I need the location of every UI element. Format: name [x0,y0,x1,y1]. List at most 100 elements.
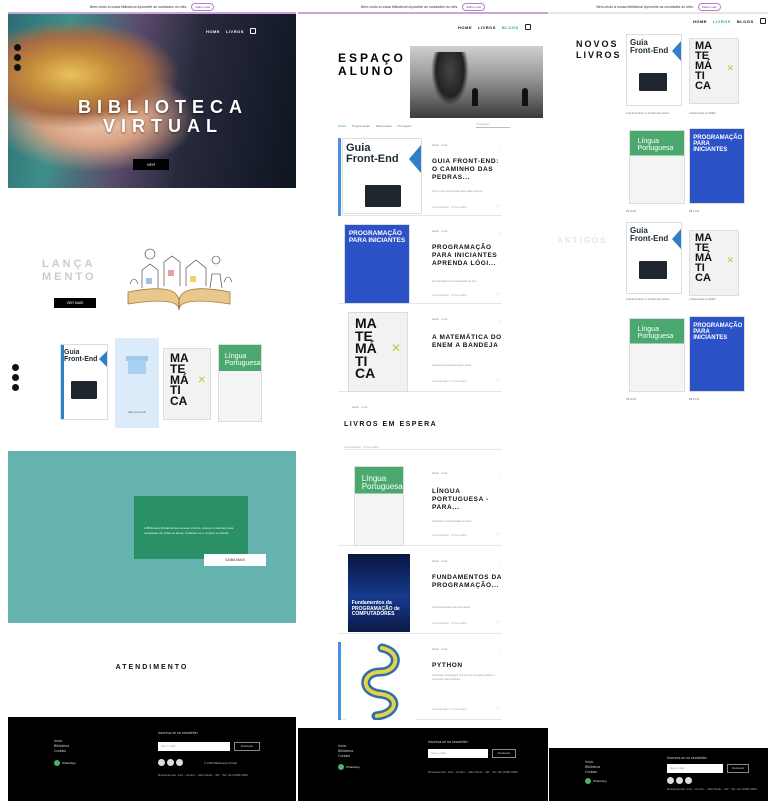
nav-item-home[interactable]: HOME [206,29,220,34]
newsletter-title: Inscreva-se na newsletter [667,756,707,760]
book-cover-matematica[interactable]: MA TE MÁ TI CA ✕ [163,348,211,420]
post-card[interactable]: MA TE MÁ TI CA ✕ Admin · 2 min ⋮ A MATEM… [338,312,502,392]
post-card[interactable]: PROGRAMAÇÃO PARA INICIANTES Admin · 2 mi… [338,224,502,304]
cart-icon[interactable] [249,28,256,34]
nav-item-livros[interactable]: LIVROS [713,19,731,24]
footer-address: Rua Exemplo, 123 – Centro – São Paulo – … [158,773,248,777]
post-title[interactable]: A MATEMÁTICA DO ENEM A BANDEJA [432,334,502,350]
nav-item-blogs[interactable]: BLOGS [737,19,754,24]
book-cover-matematica[interactable]: MA TE MÁ TI CA ✕ [689,230,739,296]
newsletter-subscribe-button[interactable]: Inscrever [492,749,516,758]
newsletter-title: Inscreva-se na newsletter [158,731,198,735]
instagram-icon[interactable] [14,54,21,61]
nav-item-home[interactable]: HOME [693,19,707,24]
whatsapp-link[interactable]: WhatsApp [338,764,360,770]
filter-portugues[interactable]: Português [398,124,412,128]
more-icon[interactable]: ⋮ [498,560,502,565]
book-caption[interactable]: A Matemática do ENEM [689,112,749,116]
more-icon[interactable]: ⋮ [498,230,502,235]
twitter-icon[interactable] [685,777,692,784]
twitter-icon[interactable] [14,64,21,71]
newsletter-email-input[interactable]: Seu e-mail [428,749,488,758]
cart-icon[interactable] [759,18,766,24]
instagram-icon[interactable] [12,374,19,381]
nav-item-livros[interactable]: LIVROS [478,25,496,30]
gift-card[interactable]: Vale presente [115,338,159,428]
filter-todos[interactable]: Todos [338,124,346,128]
instagram-icon[interactable] [167,759,174,766]
post-title[interactable]: PROGRAMAÇÃO PARA INICIANTES APRENDA LÓGI… [432,244,502,268]
atendimento-title: ATENDIMENTO [115,664,189,671]
main-nav: HOME LIVROS [206,28,256,34]
more-icon[interactable]: ⋮ [498,472,502,477]
newsletter-subscribe-button[interactable]: Inscrever [727,764,749,773]
promo-button[interactable]: Saiba mais [191,3,215,11]
more-icon[interactable]: ⋮ [498,318,502,323]
facebook-icon[interactable] [14,44,21,51]
footer-link-contato[interactable]: Contato [338,754,353,759]
instagram-icon[interactable] [676,777,683,784]
book-cover-lingua-portuguesa[interactable]: Língua Portuguesa [629,130,685,204]
footer-link-contato[interactable]: Contato [54,749,69,754]
heart-icon[interactable]: ♡ [496,620,500,625]
nav-item-blogs[interactable]: BLOGS [502,25,519,30]
whatsapp-link[interactable]: WhatsApp [54,760,76,766]
post-title[interactable]: LÍNGUA PORTUGUESA - PARA... [432,488,502,512]
cover-lp-line1: Língua [637,326,659,334]
book-cover-programacao[interactable]: PROGRAMAÇÃO PARA INICIANTES [689,316,745,392]
about-button[interactable]: SAIBA MAIS [204,554,266,566]
book-cover-guia-front-end[interactable]: Guia Front-End [626,222,682,294]
newsletter-subscribe-button[interactable]: Inscrever [234,742,260,751]
post-excerpt: Aprenda lógica de programação do zero. [432,280,478,283]
more-icon[interactable]: ⋮ [498,144,502,149]
book-caption[interactable]: Guia Front-End: o caminho das pedras [626,298,686,302]
post-card[interactable]: Admin · 2 min ⋮ PYTHON Introdução à ling… [338,642,502,720]
book-cover-python [346,642,416,720]
book-cover-programacao[interactable]: PROGRAMAÇÃO PARA INICIANTES [689,128,745,204]
gift-box-icon [128,360,146,374]
heart-icon[interactable]: ♡ [496,706,500,711]
book-caption[interactable]: A Matemática do ENEM [689,298,749,302]
newsletter-email-input[interactable]: Seu e-mail [667,764,723,773]
footer-link-contato[interactable]: Contato [585,770,600,775]
cart-icon[interactable] [524,24,531,30]
whatsapp-link[interactable]: WhatsApp [585,778,607,784]
post-title[interactable]: FUNDAMENTOS DA PROGRAMAÇÃO... [432,574,502,590]
book-price: R$ 29,90 [626,398,637,401]
post-card[interactable]: Fundamentos da PROGRAMAÇÃO de COMPUTADOR… [338,554,502,634]
nav-item-home[interactable]: HOME [458,25,472,30]
promo-button[interactable]: Saiba mais [697,3,721,11]
post-stats: 0 visualizações · 0 comentários [432,708,467,711]
post-title[interactable]: GUIA FRONT-END: O CAMINHO DAS PEDRAS... [432,158,502,182]
book-cover-guia-front-end[interactable]: Guia Front-End [626,34,682,106]
blog-search-input[interactable]: Pesquisar [476,122,510,128]
book-caption[interactable]: Guia Front-End: o caminho das pedras [626,112,686,116]
promo-button[interactable]: Saiba mais [462,3,486,11]
heart-icon[interactable]: ♡ [496,204,500,209]
book-cover-lingua-portuguesa[interactable]: Língua Portuguesa [629,318,685,392]
post-title[interactable]: PYTHON [432,662,502,670]
book-cover-guia-front-end[interactable]: Guia Front-End [60,344,108,420]
tree-shape [428,52,472,112]
heart-icon[interactable]: ♡ [496,532,500,537]
book-cover-matematica[interactable]: MA TE MÁ TI CA ✕ [689,38,739,104]
filter-programacao[interactable]: Programação [352,124,370,128]
cover-guia-line2: Front-End [64,356,98,363]
filter-matematica[interactable]: Matemática [376,124,392,128]
newsletter-email-input[interactable]: Seu e-mail [158,742,230,751]
hero-button[interactable]: VER [133,159,169,170]
twitter-icon[interactable] [176,759,183,766]
twitter-icon[interactable] [12,384,19,391]
post-stats: 0 visualizações · 0 comentários [432,380,467,383]
facebook-icon[interactable] [667,777,674,784]
heart-icon[interactable]: ♡ [496,378,500,383]
post-card[interactable]: Língua Portuguesa Admin · 2 min ⋮ LÍNGUA… [338,466,502,546]
lancamento-button[interactable]: VER MAIS [54,298,96,308]
book-cover-lingua-portuguesa[interactable]: Língua Portuguesa [218,344,262,422]
post-card[interactable]: Guia Front-End Admin · 2 min ⋮ GUIA FRON… [338,138,502,216]
facebook-icon[interactable] [158,759,165,766]
nav-item-livros[interactable]: LIVROS [226,29,244,34]
more-icon[interactable]: ⋮ [498,648,502,653]
heart-icon[interactable]: ♡ [496,292,500,297]
facebook-icon[interactable] [12,364,19,371]
